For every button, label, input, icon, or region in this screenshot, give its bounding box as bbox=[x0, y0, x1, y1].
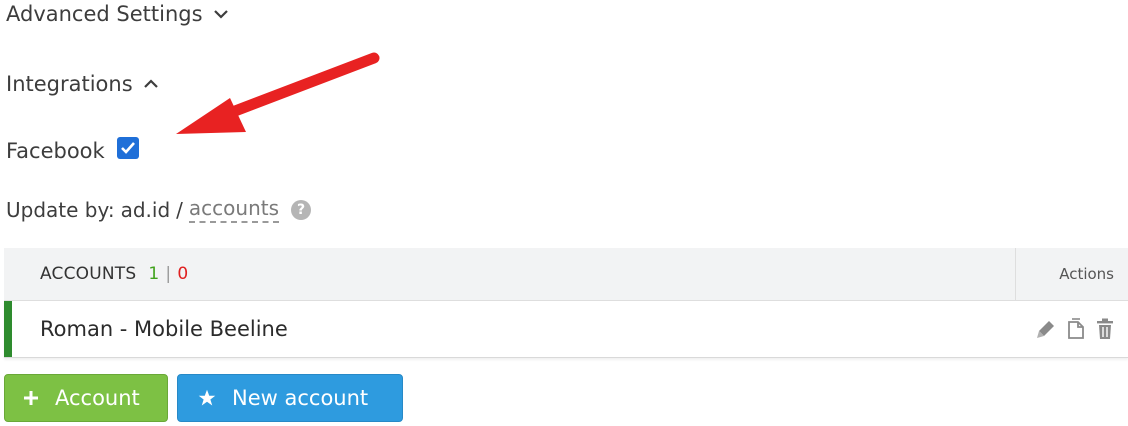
actions-column-header: Actions bbox=[1015, 248, 1128, 300]
chevron-up-icon bbox=[143, 78, 159, 90]
count-separator: | bbox=[165, 264, 172, 284]
account-name: Roman - Mobile Beeline bbox=[40, 317, 288, 341]
advanced-settings-toggle[interactable]: Advanced Settings bbox=[6, 2, 229, 26]
facebook-label: Facebook bbox=[6, 139, 105, 163]
new-account-button[interactable]: New account bbox=[177, 374, 403, 422]
trash-icon[interactable] bbox=[1096, 318, 1114, 340]
checkmark-icon bbox=[120, 142, 135, 154]
update-by-accounts-link[interactable]: accounts bbox=[188, 196, 280, 223]
table-header: ACCOUNTS 1 | 0 Actions bbox=[4, 248, 1128, 301]
integrations-label: Integrations bbox=[6, 72, 133, 96]
accounts-header-label: ACCOUNTS bbox=[40, 264, 137, 284]
row-actions bbox=[1015, 301, 1128, 357]
help-icon[interactable]: ? bbox=[291, 199, 312, 220]
update-by-row: Update by: ad.id / accounts ? bbox=[6, 196, 312, 223]
status-indicator bbox=[4, 301, 12, 357]
update-by-separator: / bbox=[176, 197, 183, 222]
facebook-integration-row: Facebook bbox=[6, 137, 139, 163]
advanced-settings-label: Advanced Settings bbox=[6, 2, 203, 26]
new-account-label: New account bbox=[232, 386, 369, 410]
facebook-checkbox[interactable] bbox=[116, 137, 139, 159]
accounts-table: ACCOUNTS 1 | 0 Actions Roman - Mobile Be… bbox=[4, 248, 1128, 358]
pencil-icon[interactable] bbox=[1036, 319, 1056, 339]
add-account-button[interactable]: Account bbox=[4, 374, 168, 422]
plus-icon bbox=[23, 390, 39, 406]
integrations-toggle[interactable]: Integrations bbox=[6, 72, 159, 96]
update-by-value: ad.id bbox=[120, 197, 171, 222]
add-account-label: Account bbox=[55, 386, 140, 410]
chevron-down-icon bbox=[213, 8, 229, 20]
accounts-column-header: ACCOUNTS 1 | 0 bbox=[4, 248, 1015, 300]
inactive-count: 0 bbox=[177, 264, 189, 284]
actions-header-label: Actions bbox=[1059, 265, 1114, 283]
copy-icon[interactable] bbox=[1066, 318, 1086, 340]
update-by-label: Update by: bbox=[6, 197, 115, 222]
star-icon bbox=[198, 389, 216, 407]
active-count: 1 bbox=[148, 264, 160, 284]
table-row[interactable]: Roman - Mobile Beeline bbox=[4, 301, 1128, 358]
